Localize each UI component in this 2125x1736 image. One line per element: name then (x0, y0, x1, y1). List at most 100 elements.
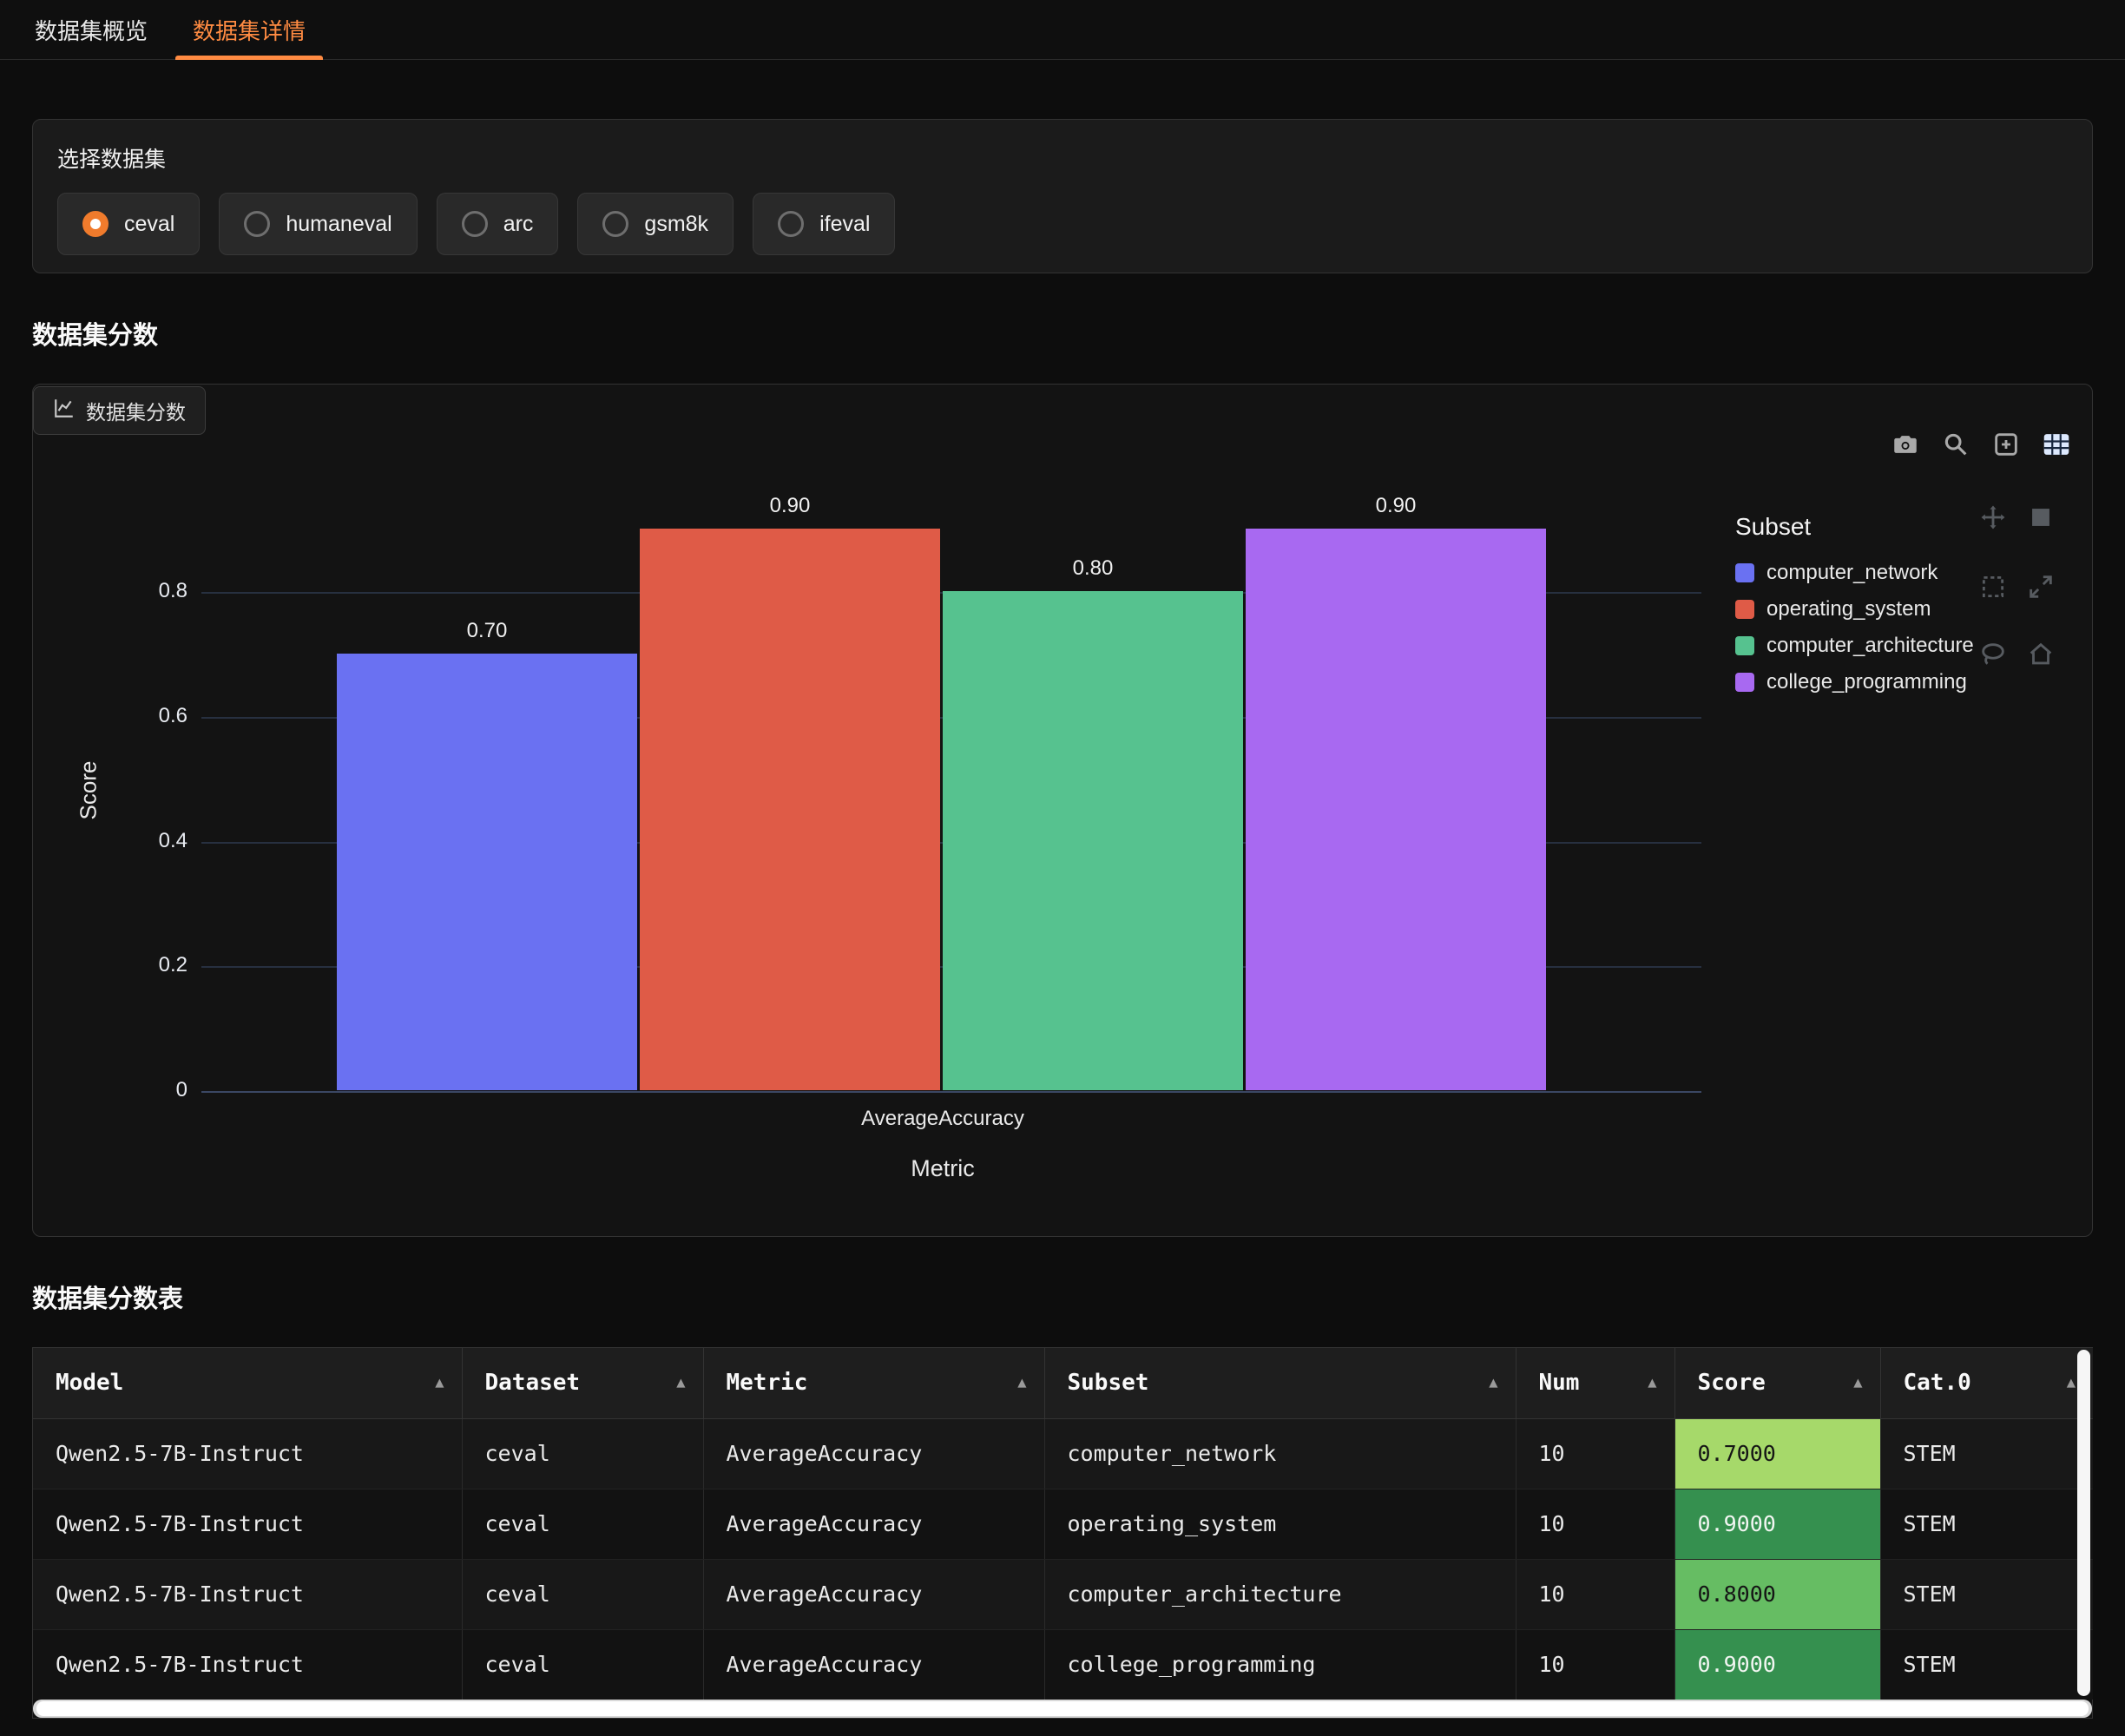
chart-tab-label: 数据集分数 (86, 396, 186, 425)
bar-value-label: 0.90 (1246, 494, 1546, 518)
radio-unselected-icon (244, 211, 270, 237)
num-cell: 10 (1516, 1559, 1674, 1629)
vertical-scrollbar[interactable] (2077, 1350, 2090, 1696)
radio-humaneval[interactable]: humaneval (219, 193, 417, 255)
legend-swatch-icon (1735, 600, 1754, 619)
legend-item-label: operating_system (1766, 597, 1931, 621)
legend-item-computer-architecture[interactable]: computer_architecture (1735, 628, 2109, 664)
zoom-icon[interactable] (1939, 428, 1972, 461)
column-header-dataset[interactable]: Dataset▲ (462, 1348, 703, 1418)
y-axis-title: Score (76, 617, 102, 964)
dataset-cell: ceval (462, 1559, 703, 1629)
legend-item-college-programming[interactable]: college_programming (1735, 664, 2109, 700)
radio-label: arc (503, 212, 534, 237)
sort-asc-icon[interactable]: ▲ (1017, 1374, 1026, 1391)
column-header-metric[interactable]: Metric▲ (703, 1348, 1044, 1418)
radio-selected-icon (82, 211, 109, 237)
num-cell: 10 (1516, 1629, 1674, 1700)
column-header-cat0[interactable]: Cat.0▲ (1880, 1348, 2093, 1418)
dataset-selector-label: 选择数据集 (57, 142, 2068, 174)
x-tick-label: AverageAccuracy (337, 1107, 1549, 1131)
metric-cell: AverageAccuracy (703, 1418, 1044, 1489)
table-view-icon[interactable] (2040, 428, 2073, 461)
category-cell: STEM (1880, 1489, 2093, 1559)
table-row: Qwen2.5-7B-Instruct ceval AverageAccurac… (33, 1629, 2093, 1700)
bar-operating-system[interactable] (640, 529, 940, 1090)
horizontal-scrollbar[interactable] (33, 1700, 2092, 1718)
main-content: 选择数据集 ceval humaneval arc gsm8k ifeval (0, 119, 2125, 1719)
radio-gsm8k[interactable]: gsm8k (577, 193, 734, 255)
subset-cell: computer_architecture (1044, 1559, 1516, 1629)
legend-item-computer-network[interactable]: computer_network (1735, 555, 2109, 591)
score-cell: 0.9000 (1674, 1629, 1880, 1700)
radio-unselected-icon (462, 211, 488, 237)
legend-swatch-icon (1735, 673, 1754, 692)
tab-dataset-overview[interactable]: 数据集概览 (12, 0, 170, 59)
sort-asc-icon[interactable]: ▲ (1489, 1374, 1497, 1391)
dataset-radio-group: ceval humaneval arc gsm8k ifeval (57, 193, 2068, 255)
radio-label: gsm8k (644, 212, 708, 237)
legend-title: Subset (1735, 513, 2109, 541)
model-cell: Qwen2.5-7B-Instruct (33, 1489, 462, 1559)
model-cell: Qwen2.5-7B-Instruct (33, 1629, 462, 1700)
bar-value-label: 0.70 (337, 619, 637, 643)
score-cell: 0.7000 (1674, 1418, 1880, 1489)
table-row: Qwen2.5-7B-Instruct ceval AverageAccurac… (33, 1418, 2093, 1489)
radio-label: ceval (124, 212, 174, 237)
dataset-cell: ceval (462, 1418, 703, 1489)
legend-item-operating-system[interactable]: operating_system (1735, 591, 2109, 628)
bar-value-label: 0.80 (943, 556, 1243, 581)
column-header-score[interactable]: Score▲ (1674, 1348, 1880, 1418)
score-table: Model▲ Dataset▲ Metric▲ Subset▲ Num▲ Sco… (33, 1348, 2093, 1700)
score-cell: 0.8000 (1674, 1559, 1880, 1629)
sort-asc-icon[interactable]: ▲ (2067, 1374, 2076, 1391)
legend-item-label: computer_architecture (1766, 634, 1974, 658)
subset-cell: computer_network (1044, 1418, 1516, 1489)
score-chart-panel: 数据集分数 0.8 0.6 0.4 (32, 384, 2093, 1237)
bar-computer-architecture[interactable] (943, 591, 1243, 1090)
sort-asc-icon[interactable]: ▲ (1853, 1374, 1862, 1391)
category-cell: STEM (1880, 1629, 2093, 1700)
column-header-subset[interactable]: Subset▲ (1044, 1348, 1516, 1418)
radio-ifeval[interactable]: ifeval (753, 193, 895, 255)
chart-tab-button[interactable]: 数据集分数 (33, 386, 206, 435)
bar-computer-network[interactable] (337, 654, 637, 1090)
radio-label: humaneval (286, 212, 391, 237)
metric-cell: AverageAccuracy (703, 1559, 1044, 1629)
category-cell: STEM (1880, 1418, 2093, 1489)
x-axis-line (201, 1091, 1701, 1093)
table-row: Qwen2.5-7B-Instruct ceval AverageAccurac… (33, 1559, 2093, 1629)
legend-item-label: college_programming (1766, 670, 1967, 694)
line-chart-icon (53, 397, 76, 424)
bar-chart: 0.8 0.6 0.4 0.2 0 Score 0.70 0.90 0.80 0… (33, 385, 2092, 1236)
radio-ceval[interactable]: ceval (57, 193, 200, 255)
sort-asc-icon[interactable]: ▲ (676, 1374, 685, 1391)
zoom-in-icon[interactable] (1990, 428, 2023, 461)
column-header-model[interactable]: Model▲ (33, 1348, 462, 1418)
table-row: Qwen2.5-7B-Instruct ceval AverageAccurac… (33, 1489, 2093, 1559)
scrollbar-thumb[interactable] (36, 1701, 2089, 1716)
chart-section-heading: 数据集分数 (32, 315, 2093, 352)
subset-cell: operating_system (1044, 1489, 1516, 1559)
chart-legend: Subset computer_network operating_system… (1735, 513, 2109, 700)
radio-unselected-icon (602, 211, 628, 237)
column-header-num[interactable]: Num▲ (1516, 1348, 1674, 1418)
dataset-selector-panel: 选择数据集 ceval humaneval arc gsm8k ifeval (32, 119, 2093, 273)
sort-asc-icon[interactable]: ▲ (435, 1374, 444, 1391)
sort-asc-icon[interactable]: ▲ (1648, 1374, 1656, 1391)
category-cell: STEM (1880, 1559, 2093, 1629)
score-cell: 0.9000 (1674, 1489, 1880, 1559)
metric-cell: AverageAccuracy (703, 1629, 1044, 1700)
bar-college-programming[interactable] (1246, 529, 1546, 1090)
table-header-row: Model▲ Dataset▲ Metric▲ Subset▲ Num▲ Sco… (33, 1348, 2093, 1418)
num-cell: 10 (1516, 1489, 1674, 1559)
model-cell: Qwen2.5-7B-Instruct (33, 1418, 462, 1489)
radio-arc[interactable]: arc (437, 193, 559, 255)
tab-dataset-details[interactable]: 数据集详情 (170, 0, 328, 59)
radio-unselected-icon (778, 211, 804, 237)
camera-icon[interactable] (1889, 428, 1922, 461)
dataset-cell: ceval (462, 1489, 703, 1559)
y-tick-label: 0.8 (68, 579, 188, 603)
x-axis-title: Metric (337, 1155, 1549, 1182)
chart-toolbar (1889, 428, 2073, 461)
